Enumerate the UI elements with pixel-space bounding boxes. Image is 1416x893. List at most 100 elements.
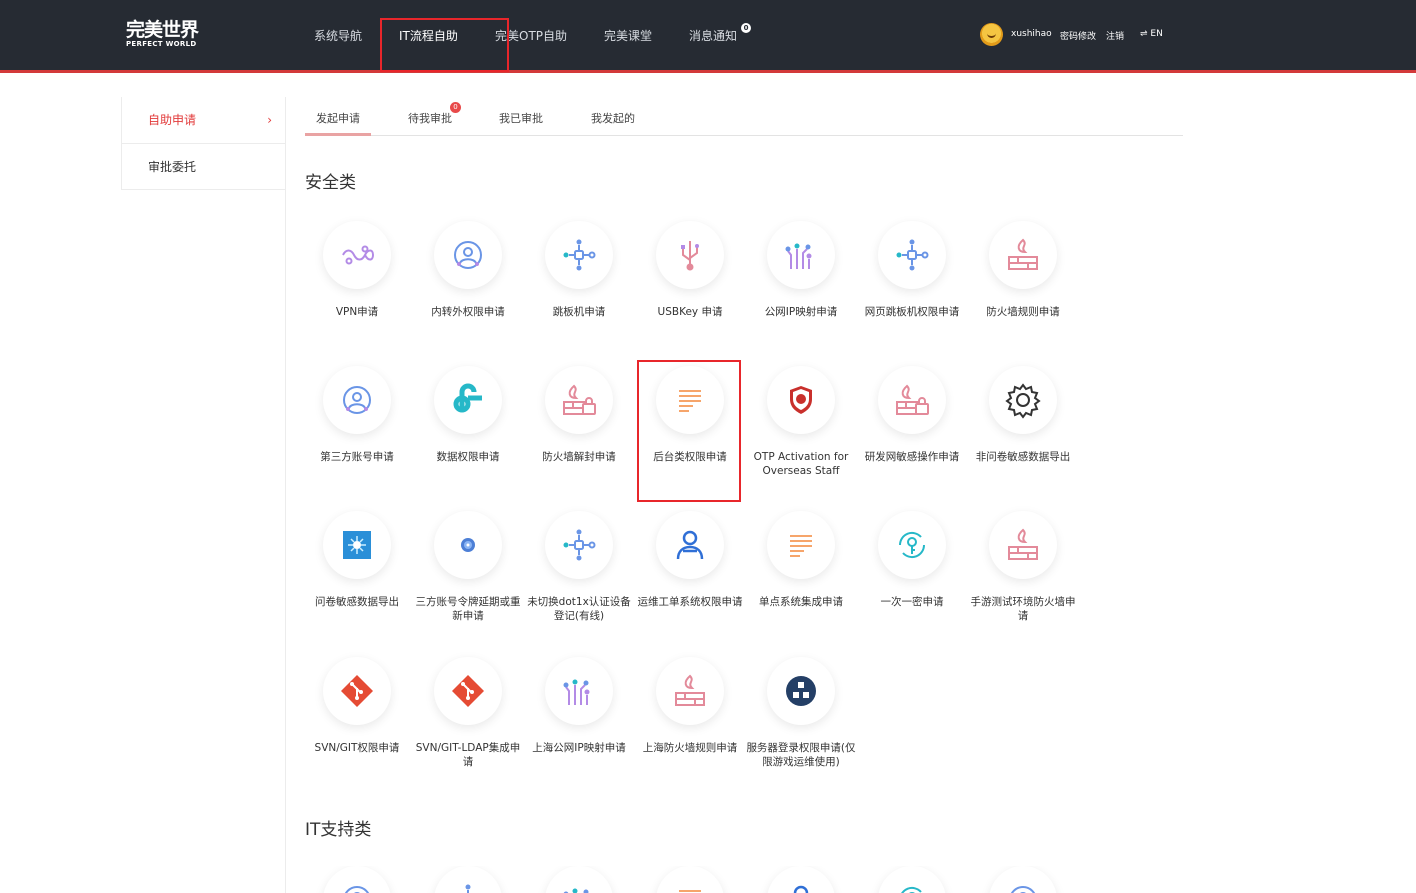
ops-user-icon xyxy=(656,511,724,579)
app-card[interactable]: 问卷敏感数据导出 xyxy=(302,511,412,631)
app-card[interactable]: SVN/GIT-LDAP集成申请 xyxy=(413,657,523,777)
nav-otp-self-service[interactable]: 完美OTP自助 xyxy=(495,27,567,44)
pending-count-badge: 0 xyxy=(450,102,461,113)
app-card[interactable] xyxy=(968,866,1078,893)
app-card-label: 手游测试环境防火墙申请 xyxy=(970,596,1076,622)
app-card[interactable]: USBKey 申请 xyxy=(635,221,745,341)
app-card-label: 运维工单系统权限申请 xyxy=(637,596,743,608)
circuit-icon xyxy=(545,657,613,725)
shield-icon xyxy=(767,366,835,434)
node-hub-icon xyxy=(434,866,502,893)
top-navbar: 完美世界 PERFECT WORLD 系统导航 IT流程自助 完美OTP自助 完… xyxy=(0,0,1416,73)
document-lines-icon xyxy=(767,511,835,579)
app-card-label: 三方账号令牌延期或重新申请 xyxy=(415,596,521,622)
app-card-label: 后台类权限申请 xyxy=(653,451,727,463)
sidebar: 自助申请 › 审批委托 xyxy=(121,97,286,190)
app-card[interactable]: 三方账号令牌延期或重新申请 xyxy=(413,511,523,631)
app-card-label: 内转外权限申请 xyxy=(431,306,505,318)
sidebar-item-self-service[interactable]: 自助申请 › xyxy=(122,97,286,143)
nav-notifications[interactable]: 消息通知 xyxy=(689,27,737,44)
app-card[interactable]: 跳板机申请 xyxy=(524,221,634,341)
logout-link[interactable]: 注销 xyxy=(1106,29,1124,42)
gear-icon xyxy=(989,366,1057,434)
app-card[interactable]: 手游测试环境防火墙申请 xyxy=(968,511,1078,631)
sidebar-item-label: 审批委托 xyxy=(148,160,197,174)
app-card[interactable]: 防火墙规则申请 xyxy=(968,221,1078,341)
app-card[interactable] xyxy=(635,866,745,893)
logo-text-cn: 完美世界 xyxy=(126,19,199,41)
token-icon xyxy=(434,511,502,579)
app-card[interactable] xyxy=(857,866,967,893)
node-hub-icon xyxy=(545,221,613,289)
app-card[interactable] xyxy=(746,866,856,893)
app-card[interactable]: 未切换dot1x认证设备登记(有线) xyxy=(524,511,634,631)
ops-user-icon xyxy=(767,866,835,893)
app-card-label: 公网IP映射申请 xyxy=(764,306,838,318)
app-card[interactable]: 后台类权限申请 xyxy=(635,366,745,486)
app-card[interactable]: 运维工单系统权限申请 xyxy=(635,511,745,631)
app-card[interactable] xyxy=(524,866,634,893)
app-card[interactable]: 一次一密申请 xyxy=(857,511,967,631)
app-card[interactable]: 上海防火墙规则申请 xyxy=(635,657,745,777)
app-card[interactable]: VPN申请 xyxy=(302,221,412,341)
git-icon xyxy=(323,657,391,725)
sidebar-item-approval-delegation[interactable]: 审批委托 xyxy=(122,144,286,190)
user-network-icon xyxy=(323,366,391,434)
server-cubes-icon xyxy=(767,657,835,725)
notification-count-badge: 0 xyxy=(741,23,751,33)
tab-approved-by-me[interactable]: 我已审批 xyxy=(499,110,543,126)
app-card[interactable]: 第三方账号申请 xyxy=(302,366,412,486)
app-card[interactable]: 内转外权限申请 xyxy=(413,221,523,341)
app-card[interactable]: 防火墙解封申请 xyxy=(524,366,634,486)
app-card[interactable] xyxy=(302,866,412,893)
tab-submit-request[interactable]: 发起申请 xyxy=(316,110,360,126)
app-card-label: VPN申请 xyxy=(335,306,379,318)
key-cycle-icon xyxy=(878,866,946,893)
app-card[interactable]: OTP Activation for Overseas Staff xyxy=(746,366,856,486)
tab-pending-my-approval[interactable]: 待我审批 xyxy=(408,110,452,126)
app-card[interactable]: SVN/GIT权限申请 xyxy=(302,657,412,777)
app-card[interactable]: 公网IP映射申请 xyxy=(746,221,856,341)
circuit-icon xyxy=(767,221,835,289)
app-card[interactable]: 数据权限申请 xyxy=(413,366,523,486)
sidebar-divider xyxy=(285,97,286,893)
language-switch[interactable]: ⇌ EN xyxy=(1140,29,1163,39)
user-network-icon xyxy=(989,866,1057,893)
app-card[interactable]: 研发网敏感操作申请 xyxy=(857,366,967,486)
app-card[interactable]: 上海公网IP映射申请 xyxy=(524,657,634,777)
perfect-world-logo[interactable]: 完美世界 PERFECT WORLD xyxy=(126,19,199,48)
firewall-lock-icon xyxy=(545,366,613,434)
app-card[interactable]: 网页跳板机权限申请 xyxy=(857,221,967,341)
app-card[interactable]: 单点系统集成申请 xyxy=(746,511,856,631)
app-card-label: 非问卷敏感数据导出 xyxy=(975,451,1071,463)
app-card-label: 服务器登录权限申请(仅限游戏运维使用) xyxy=(746,742,856,768)
user-network-icon xyxy=(323,866,391,893)
vpn-icon xyxy=(323,221,391,289)
chevron-right-icon: › xyxy=(267,113,272,127)
nav-perfect-classroom[interactable]: 完美课堂 xyxy=(604,27,652,44)
app-card[interactable]: 非问卷敏感数据导出 xyxy=(968,366,1078,486)
usb-icon xyxy=(656,221,724,289)
tab-initiated-by-me[interactable]: 我发起的 xyxy=(591,110,635,126)
username[interactable]: xushihao xyxy=(1011,29,1052,39)
document-lines-icon xyxy=(656,366,724,434)
app-card[interactable]: 服务器登录权限申请(仅限游戏运维使用) xyxy=(746,657,856,777)
key-cycle-icon xyxy=(878,511,946,579)
tab-bar: 发起申请 待我审批 0 我已审批 我发起的 xyxy=(305,100,1183,136)
app-card[interactable] xyxy=(413,866,523,893)
section-title-it-support: IT支持类 xyxy=(305,820,372,840)
avatar[interactable] xyxy=(980,23,1003,46)
nav-system-navigation[interactable]: 系统导航 xyxy=(314,27,362,44)
app-card-label: 研发网敏感操作申请 xyxy=(864,451,960,463)
git-icon xyxy=(434,657,502,725)
app-card-label: 上海防火墙规则申请 xyxy=(642,742,738,754)
change-password-link[interactable]: 密码修改 xyxy=(1060,29,1096,42)
app-card-label: SVN/GIT-LDAP集成申请 xyxy=(415,742,521,768)
app-card-label: 一次一密申请 xyxy=(880,596,944,608)
node-hub-icon xyxy=(545,511,613,579)
node-hub-icon xyxy=(878,221,946,289)
app-card-label: 网页跳板机权限申请 xyxy=(864,306,960,318)
app-card-label: 跳板机申请 xyxy=(552,306,606,318)
active-tab-underline xyxy=(305,133,371,136)
nav-it-process-self-service[interactable]: IT流程自助 xyxy=(399,27,458,44)
